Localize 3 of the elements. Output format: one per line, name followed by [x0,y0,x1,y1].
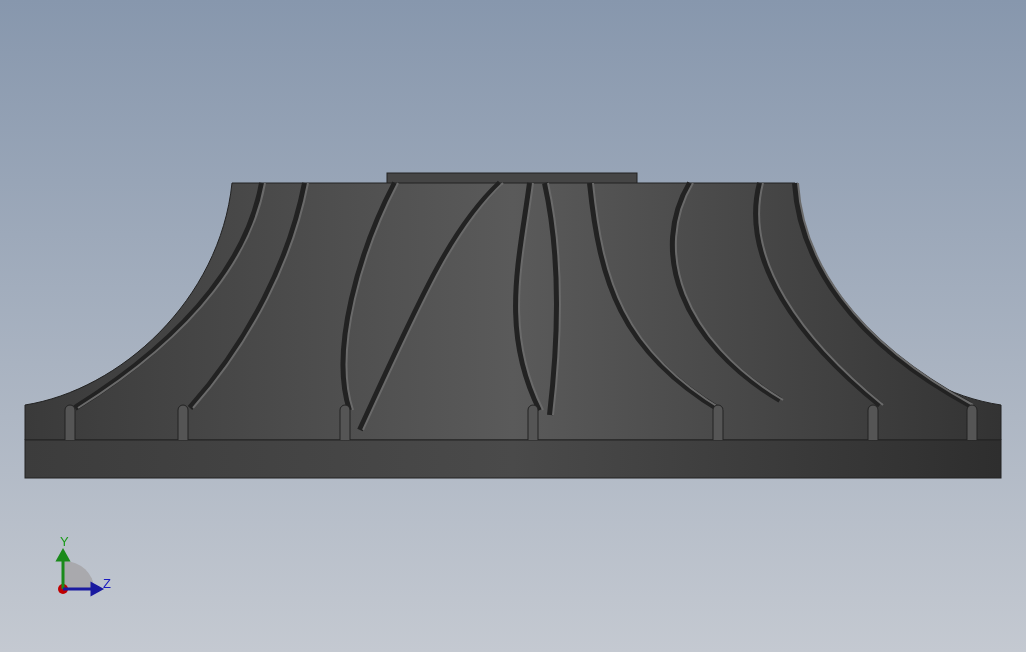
y-axis-label: Y [60,534,69,549]
axis-triad-icon [56,547,105,596]
z-axis-label: Z [103,576,111,591]
